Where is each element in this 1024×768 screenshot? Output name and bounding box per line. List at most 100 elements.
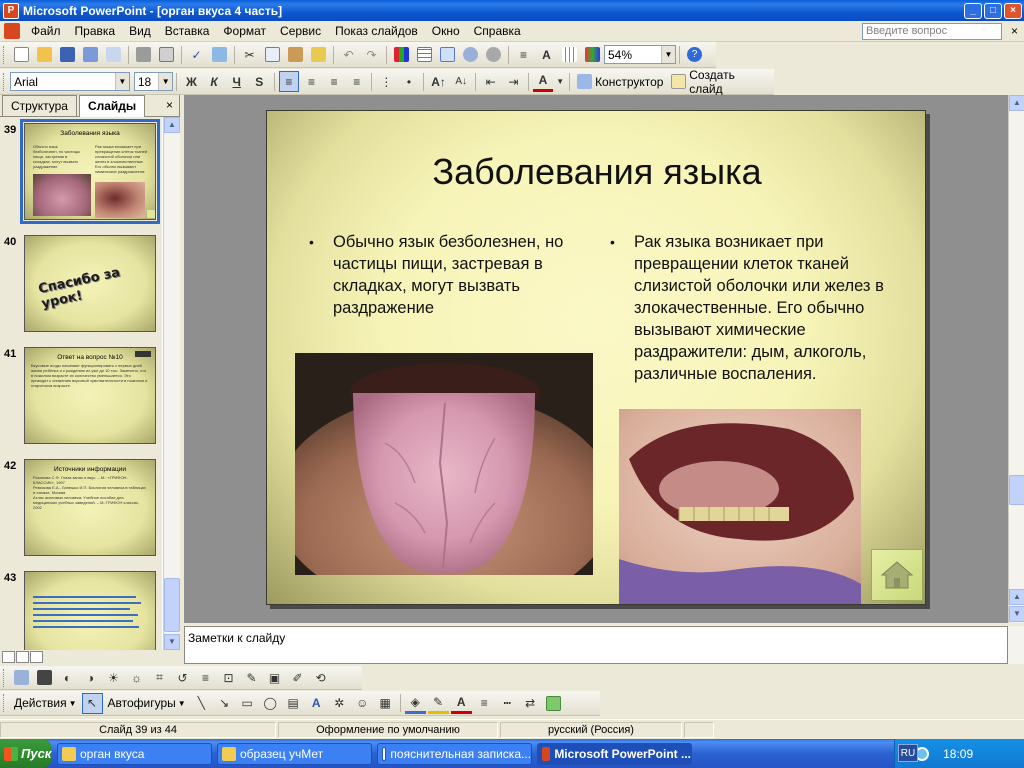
- decrease-font-icon[interactable]: A↓: [451, 71, 472, 92]
- slideshow-icon[interactable]: [30, 651, 43, 663]
- dash-style-icon[interactable]: ┅: [497, 693, 518, 714]
- powerpoint-app-icon[interactable]: P: [3, 2, 19, 19]
- fill-color-icon[interactable]: ◈: [404, 693, 426, 714]
- insert-chart-icon[interactable]: [391, 44, 412, 65]
- notes-scrollbar[interactable]: [1008, 626, 1024, 664]
- language-indicator[interactable]: RU: [898, 744, 918, 762]
- scrollbar-thumb[interactable]: [164, 578, 180, 632]
- rotate-icon[interactable]: ↺: [172, 667, 193, 688]
- tongue-photo[interactable]: [295, 353, 593, 575]
- align-right-icon[interactable]: ≡: [324, 71, 345, 92]
- line-color-icon[interactable]: ✎: [427, 693, 449, 714]
- slide-thumb-row[interactable]: 39 Заболевания языка Обычно язык безболе…: [0, 119, 162, 227]
- tab-slides[interactable]: Слайды: [78, 95, 146, 117]
- autoshapes-menu[interactable]: Автофигуры ▼: [104, 696, 190, 710]
- normal-view-icon[interactable]: [2, 651, 15, 663]
- scroll-up-icon[interactable]: ▲: [164, 117, 180, 133]
- select-objects-icon[interactable]: ↖: [81, 692, 103, 714]
- slide-thumb-row[interactable]: 40 Спасибо за урок!: [0, 233, 162, 339]
- scrollbar-thumb[interactable]: [1009, 475, 1024, 505]
- slide-title[interactable]: Заболевания языка: [267, 151, 927, 193]
- slide-design-button[interactable]: Конструктор: [573, 74, 667, 89]
- clock[interactable]: 18:09: [943, 747, 973, 761]
- close-icon[interactable]: ×: [166, 98, 173, 112]
- toolbar-grip[interactable]: [3, 668, 6, 687]
- menu-view[interactable]: Вид: [122, 24, 158, 38]
- show-formatting-icon[interactable]: A: [536, 44, 557, 65]
- start-button[interactable]: Пуск: [0, 739, 52, 768]
- redo-icon[interactable]: ↷: [361, 44, 382, 65]
- slide-thumbnail-40[interactable]: Спасибо за урок!: [24, 235, 156, 332]
- print-preview-icon[interactable]: [156, 44, 177, 65]
- zoom-select[interactable]: 54% ▼: [604, 45, 676, 64]
- line-style-icon[interactable]: ≡: [195, 667, 216, 688]
- minimize-button[interactable]: _: [964, 2, 982, 19]
- arrow-icon[interactable]: ↘: [214, 693, 235, 714]
- menu-file[interactable]: Файл: [24, 24, 68, 38]
- shadow-style-icon[interactable]: [543, 693, 564, 714]
- crop-icon[interactable]: ⌗: [149, 667, 170, 688]
- prev-slide-icon[interactable]: ▲: [1009, 589, 1024, 605]
- color-icon[interactable]: [34, 667, 55, 688]
- menu-slideshow[interactable]: Показ слайдов: [328, 24, 425, 38]
- less-contrast-icon[interactable]: ◑: [80, 667, 101, 688]
- menu-help[interactable]: Справка: [467, 24, 528, 38]
- insert-table-icon[interactable]: [414, 44, 435, 65]
- align-left-icon[interactable]: ≡: [278, 71, 300, 92]
- slide-thumbnail-43[interactable]: [24, 571, 156, 650]
- font-color-icon[interactable]: A: [532, 71, 554, 92]
- slide-sorter-icon[interactable]: [16, 651, 29, 663]
- insert-picture-icon[interactable]: [11, 667, 32, 688]
- arrow-style-icon[interactable]: ⇄: [520, 693, 541, 714]
- expand-all-icon[interactable]: ≡: [513, 44, 534, 65]
- recolor-icon[interactable]: ✎: [241, 667, 262, 688]
- italic-button[interactable]: К: [204, 71, 225, 92]
- taskbar-item[interactable]: образец учМет: [217, 742, 372, 765]
- scroll-up-icon[interactable]: ▲: [1009, 95, 1024, 111]
- taskbar-item[interactable]: пояснительная записка...: [377, 742, 532, 765]
- oval-icon[interactable]: ◯: [260, 693, 281, 714]
- new-slide-button[interactable]: Создать слайд: [667, 68, 773, 96]
- taskbar-item-active[interactable]: Microsoft PowerPoint ...: [537, 742, 692, 765]
- right-text-placeholder[interactable]: • Рак языка возникает при превращении кл…: [610, 231, 894, 385]
- open-icon[interactable]: [34, 44, 55, 65]
- slide-thumb-row[interactable]: 43: [0, 569, 162, 650]
- menu-window[interactable]: Окно: [425, 24, 467, 38]
- mouth-photo[interactable]: [619, 409, 861, 604]
- toolbar-grip[interactable]: [3, 45, 6, 64]
- format-painter-icon[interactable]: [308, 44, 329, 65]
- grid-icon[interactable]: [559, 44, 580, 65]
- bullets-icon[interactable]: •: [399, 71, 420, 92]
- more-brightness-icon[interactable]: ☀: [103, 667, 124, 688]
- maximize-button[interactable]: □: [984, 2, 1002, 19]
- reset-picture-icon[interactable]: ⟲: [310, 667, 331, 688]
- numbering-icon[interactable]: ⋮: [376, 71, 397, 92]
- current-slide[interactable]: Заболевания языка • Обычно язык безболез…: [266, 110, 926, 605]
- tables-borders-icon[interactable]: [437, 44, 458, 65]
- left-text-placeholder[interactable]: • Обычно язык безболезнен, но частицы пи…: [309, 231, 593, 319]
- help-search-input[interactable]: Введите вопрос: [862, 23, 1002, 40]
- slide-thumbnail-39[interactable]: Заболевания языка Обычно язык безболезне…: [20, 119, 160, 224]
- taskbar-item[interactable]: орган вкуса: [57, 742, 212, 765]
- font-select[interactable]: Arial ▼: [9, 72, 130, 91]
- slides-panel-scrollbar[interactable]: ▲ ▼: [163, 117, 180, 650]
- chevron-down-icon[interactable]: ▼: [158, 73, 173, 90]
- less-brightness-icon[interactable]: ☼: [126, 667, 147, 688]
- bold-button[interactable]: Ж: [181, 71, 202, 92]
- chevron-down-icon[interactable]: ▼: [114, 73, 129, 90]
- actions-menu[interactable]: Действия ▼: [10, 696, 81, 710]
- research-icon[interactable]: [209, 44, 230, 65]
- home-button[interactable]: [871, 549, 923, 601]
- document-icon[interactable]: [4, 23, 20, 39]
- toolbar-grip[interactable]: [3, 72, 6, 91]
- picture-icon[interactable]: ▦: [375, 693, 396, 714]
- rectangle-icon[interactable]: ▭: [237, 693, 258, 714]
- paste-icon[interactable]: [285, 44, 306, 65]
- underline-button[interactable]: Ч: [226, 71, 247, 92]
- save-icon[interactable]: [57, 44, 78, 65]
- toolbar-grip[interactable]: [3, 694, 6, 712]
- menu-insert[interactable]: Вставка: [158, 24, 217, 38]
- slide-thumb-row[interactable]: 41 Ответ на вопрос №10 Вкусовые ягоды на…: [0, 345, 162, 451]
- textbox-icon[interactable]: ▤: [283, 693, 304, 714]
- font-color-icon[interactable]: A: [450, 693, 472, 714]
